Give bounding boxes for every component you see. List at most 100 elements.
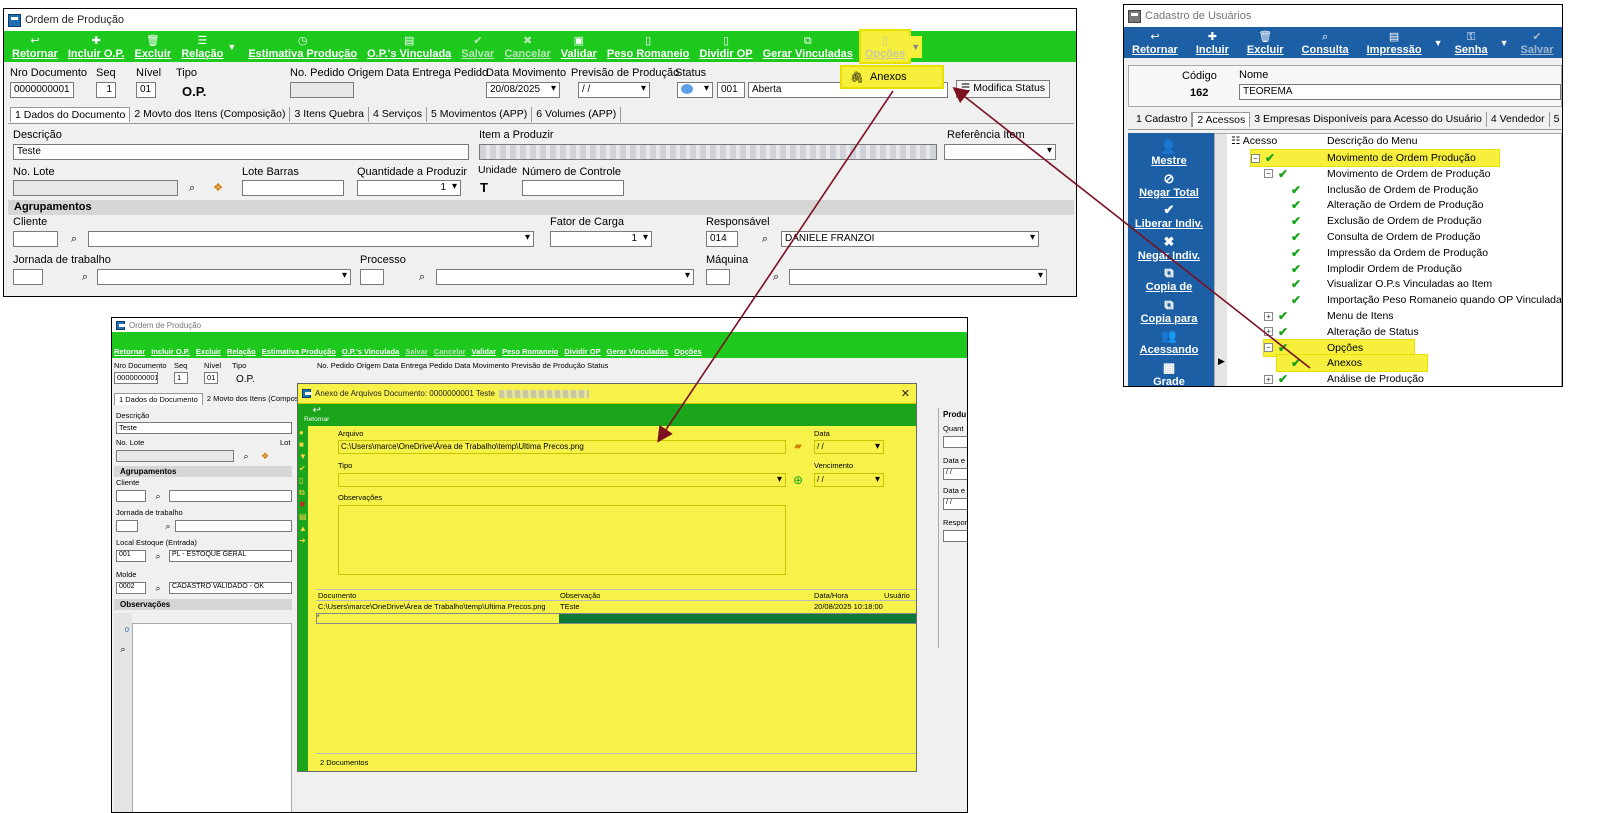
rela-o-button[interactable]: Relação [227,347,256,358]
tab-4[interactable]: 4 Serviços [369,107,427,122]
checkmark-icon[interactable]: ✔ [1291,356,1301,370]
lote-barras-field[interactable] [242,180,344,196]
data-field[interactable]: / / [814,440,884,454]
excluir-button[interactable]: Excluir [196,347,221,358]
barcode-icon[interactable]: ❖ [210,180,226,196]
checkmark-icon[interactable]: ✔ [1278,372,1288,386]
checkmark-icon[interactable]: ✔ [1278,341,1288,355]
data-field-1[interactable]: / / [943,468,967,480]
referencia-item-field[interactable] [944,144,1056,160]
tab-4[interactable]: 4 Vendedor [1487,112,1550,127]
nome-field[interactable]: TEOREMA [1239,84,1561,100]
search-icon[interactable]: ⌕ [66,231,82,247]
maquina-name-field[interactable] [789,269,1047,285]
access-tree-row[interactable]: ✔ Implodir Ordem de Produção [1277,261,1462,277]
salvar-button[interactable]: Salvar [405,347,428,358]
negar-total-button[interactable]: ⊘ Negar Total [1128,171,1210,199]
molde-name[interactable]: CADASTRO VALIDADO - OK [169,582,292,594]
responsavel-code-field[interactable]: 014 [706,231,738,247]
local-estoque-name[interactable]: PL - ESTOQUE GERAL [169,550,292,562]
consulta-button[interactable]: ⌕ Consulta [1298,27,1353,58]
anexos-menu-item[interactable]: 🖇 Anexos [840,65,944,89]
checkmark-icon[interactable]: ✔ [1265,151,1275,165]
export-icon[interactable]: ➜ [299,536,309,548]
observacoes-field[interactable] [338,505,786,575]
print-icon[interactable]: ▤ [299,512,309,524]
access-tree-row[interactable]: ✔ Exclusão de Ordem de Produção [1277,213,1482,229]
chevron-down-icon[interactable]: ▼ [227,42,236,52]
rela-o-button[interactable]: ☰ Relação [177,31,227,62]
search-icon[interactable]: ⌕ [150,580,166,596]
item-produzir-field[interactable] [479,144,937,160]
save-icon[interactable]: ▲ [299,524,309,536]
expand-icon[interactable]: + [1264,311,1273,321]
retornar-button[interactable]: ↩ Retornar [8,31,62,62]
pedido-origem-field[interactable] [290,82,354,98]
modifica-status-button[interactable]: ☰ Modifica Status [956,80,1050,98]
tab-1[interactable]: 1 Dados do Documento [114,393,203,405]
checkmark-icon[interactable]: ✔ [1291,262,1301,276]
tab-2[interactable]: 2 Acessos [1192,112,1251,127]
access-tree-row[interactable]: ✔ Anexos [1276,354,1428,373]
cliente-name-field[interactable] [88,231,534,247]
impress-o-button[interactable]: ▤ Impressão [1363,27,1426,58]
close-icon[interactable]: ✕ [901,387,910,400]
open-icon[interactable]: ▼ [299,452,309,464]
add-icon[interactable]: ● [299,428,309,440]
cliente-code-field[interactable] [13,231,58,247]
cliente-code-field[interactable] [116,490,146,502]
chevron-down-icon[interactable]: ▼ [1434,38,1443,48]
checkmark-icon[interactable]: ✔ [1291,183,1301,197]
tab-3[interactable]: 3 Itens Quebra [290,107,369,122]
checkmark-icon[interactable]: ✔ [1278,325,1288,339]
access-tree-row[interactable]: + ✔ Menu de Itens [1264,308,1394,324]
page-icon[interactable]: ▯ [299,476,309,488]
o-p-s-vinculada-button[interactable]: ▤ O.P.'s Vinculada [363,31,455,62]
collapse-icon[interactable]: − [1264,343,1273,353]
expand-icon[interactable]: + [1264,327,1273,337]
access-tree-row[interactable]: − ✔ Movimento de Ordem de Produção [1264,166,1490,182]
nivel-field[interactable]: 01 [204,372,218,384]
quantidade-field[interactable]: 1 [357,180,461,196]
gerar-vinculadas-button[interactable]: Gerar Vinculadas [607,347,669,358]
add-tipo-icon[interactable]: ⊕ [790,472,806,488]
checkmark-icon[interactable]: ✔ [1291,277,1301,291]
access-tree-row[interactable]: ✔ Visualizar O.P.s Vinculadas ao Item [1277,276,1492,292]
search-icon[interactable]: ⌕ [160,518,176,534]
tab-5[interactable]: 5 Movimentos (APP) [427,107,533,122]
seq-field[interactable]: 1 [174,372,188,384]
tab-5[interactable]: 5 Alçada [1550,112,1562,127]
search-icon[interactable]: ⌕ [115,641,131,657]
no-lote-field[interactable] [13,180,178,196]
access-tree-row[interactable]: ✔ Inclusão de Ordem de Produção [1277,182,1478,198]
copy-icon[interactable]: ⧉ [299,488,309,500]
jornada-code-field[interactable] [116,520,138,532]
salvar-button[interactable]: ✔ Salvar [1517,27,1558,58]
checkmark-icon[interactable]: ✔ [1291,246,1301,260]
chevron-down-icon[interactable]: ▼ [1500,38,1509,48]
search-icon[interactable]: ⌕ [238,448,254,464]
barcode-icon[interactable]: ❖ [257,448,273,464]
jornada-name-field[interactable] [175,520,292,532]
check-icon[interactable]: ✔ [299,464,309,476]
search-icon[interactable]: ⌕ [414,269,430,285]
opcoes-button[interactable]: ▯ Opções [858,29,912,64]
tab-1[interactable]: 1 Cadastro [1132,112,1193,127]
expand-icon[interactable]: + [1264,374,1273,384]
search-icon[interactable]: ⌕ [757,231,773,247]
liberar-indiv--button[interactable]: ✔ Liberar Indiv. [1128,202,1210,230]
incluir-o-p--button[interactable]: ✚ Incluir O.P. [64,31,129,62]
status-code-field[interactable]: 001 [717,82,745,98]
search-icon[interactable]: ⌕ [150,548,166,564]
status-color-select[interactable] [677,82,713,98]
delete-icon[interactable]: ✖ [299,500,309,512]
peso-romaneio-button[interactable]: Peso Romaneio [502,347,558,358]
collapse-icon[interactable]: − [1264,169,1273,179]
jornada-code-field[interactable] [13,269,43,285]
grade-button[interactable]: ▦ Grade [1128,360,1210,387]
responsavel-name-field[interactable]: DANIELE FRANZOI [781,231,1039,247]
previsao-field[interactable]: / / [578,82,650,98]
search-icon[interactable]: ⌕ [768,269,784,285]
retornar-button[interactable]: ↩ Retornar [1128,27,1182,58]
new-row-documento[interactable] [325,614,559,623]
